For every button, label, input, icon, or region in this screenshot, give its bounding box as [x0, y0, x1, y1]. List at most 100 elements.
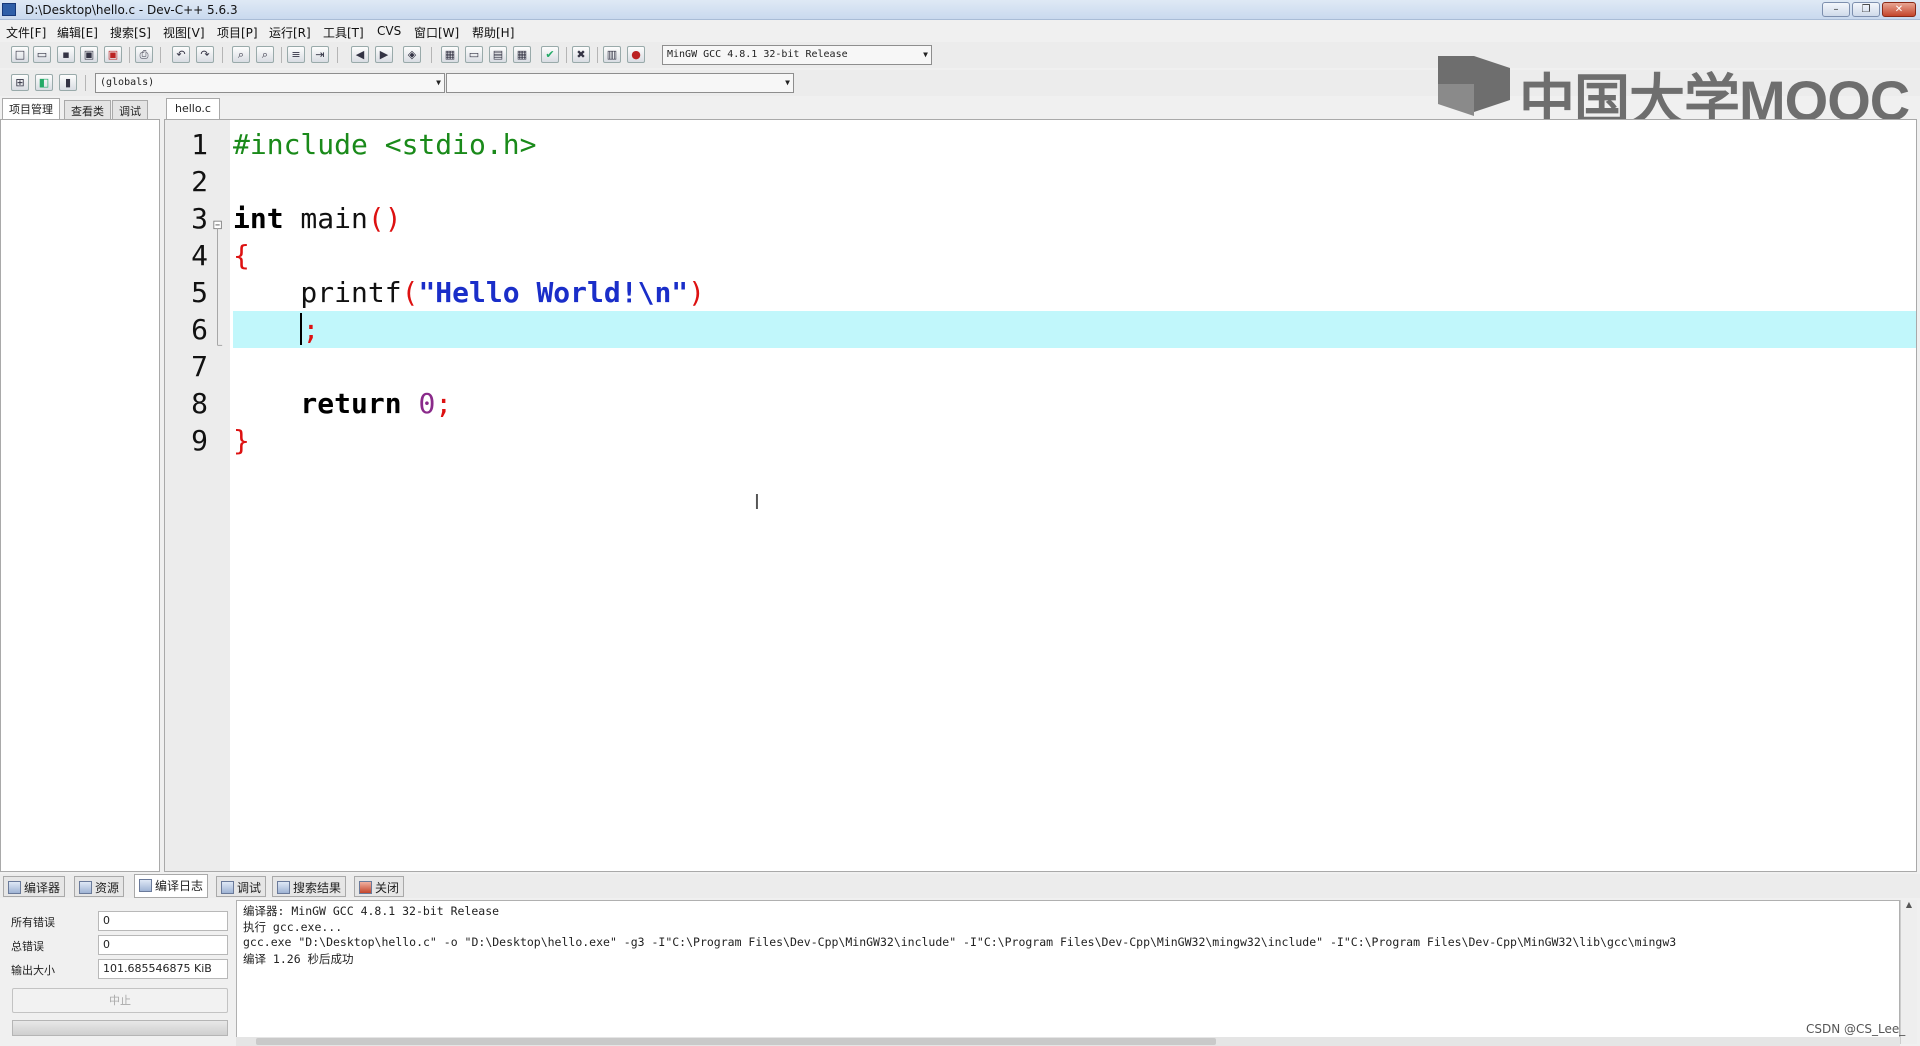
compile-log-output[interactable]: 编译器: MinGW GCC 4.8.1 32-bit Release 执行 gc… — [236, 900, 1900, 1044]
menu-help[interactable]: 帮助[H] — [472, 24, 514, 41]
chevron-down-icon: ▼ — [923, 50, 928, 59]
goto-icon[interactable]: ▮ — [59, 74, 77, 91]
tab-classes[interactable]: 查看类 — [64, 100, 111, 120]
find-icon[interactable]: ⌕ — [232, 46, 250, 63]
menu-search[interactable]: 搜索[S] — [110, 24, 151, 41]
toggle-icon[interactable]: ◧ — [35, 74, 53, 91]
resources-icon — [79, 881, 92, 894]
undo-icon[interactable]: ↶ — [172, 46, 190, 63]
code-editor[interactable]: 123456789 #include <stdio.h> int main(){ … — [164, 119, 1917, 872]
forward-icon[interactable]: ▶ — [375, 46, 393, 63]
compiler-select[interactable]: MinGW GCC 4.8.1 32-bit Release ▼ — [662, 45, 932, 65]
line-number: 7 — [191, 350, 208, 383]
menu-file[interactable]: 文件[F] — [6, 24, 46, 41]
menu-cvs[interactable]: CVS — [377, 24, 401, 38]
code-line[interactable]: int main() — [233, 200, 402, 237]
compile-icon[interactable]: ▦ — [441, 46, 459, 63]
project-tree-panel[interactable] — [0, 119, 160, 872]
save-icon[interactable]: ▪ — [57, 46, 75, 63]
insert-icon[interactable]: ⊞ — [11, 74, 29, 91]
footer-credit: CSDN @CS_Lee_ — [1806, 1022, 1906, 1036]
code-token: ; — [435, 387, 453, 420]
code-token: ( — [401, 276, 419, 309]
code-line[interactable]: ; — [233, 311, 319, 348]
menu-view[interactable]: 视图[V] — [163, 24, 205, 41]
total-errors-label: 总错误 — [11, 940, 44, 953]
mouse-ibeam-cursor: I — [754, 490, 760, 514]
mooc-logo-icon — [1438, 56, 1510, 116]
code-token: int — [233, 202, 284, 235]
scroll-thumb[interactable] — [256, 1038, 1216, 1045]
title-bar: D:\Desktop\hello.c - Dev-C++ 5.6.3 – ❐ ✕ — [0, 0, 1920, 20]
save-all-icon[interactable]: ▣ — [80, 46, 98, 63]
profile-icon[interactable]: ▥ — [603, 46, 621, 63]
stop-icon[interactable]: ✖ — [572, 46, 590, 63]
close-button[interactable]: ✕ — [1882, 2, 1916, 17]
code-token: ; — [302, 313, 320, 346]
code-token: 0 — [418, 387, 436, 420]
open-file-icon[interactable]: ▭ — [33, 46, 51, 63]
tab-search-results[interactable]: 搜索结果 — [272, 876, 347, 897]
code-token: } — [233, 424, 250, 457]
tab-project[interactable]: 项目管理 — [2, 98, 60, 120]
errors-label: 所有错误 — [11, 916, 55, 929]
tab-compiler[interactable]: 编译器 — [3, 876, 66, 897]
scope-select[interactable]: (globals) ▼ — [95, 73, 445, 93]
code-token: "Hello World!\n" — [418, 276, 689, 309]
menu-window[interactable]: 窗口[W] — [414, 24, 459, 41]
compile-progress-bar — [12, 1020, 228, 1036]
code-line[interactable]: return 0; — [233, 385, 452, 422]
new-file-icon[interactable]: □ — [11, 46, 29, 63]
log-line: 编译 1.26 秒后成功 — [243, 952, 354, 966]
run-icon[interactable]: ▭ — [465, 46, 483, 63]
close-panel-icon — [359, 881, 372, 894]
tab-resources[interactable]: 资源 — [74, 876, 125, 897]
line-number: 4 — [191, 239, 208, 272]
menu-edit[interactable]: 编辑[E] — [57, 24, 98, 41]
print-icon[interactable]: ⎙ — [135, 46, 153, 63]
code-line[interactable]: } — [233, 422, 250, 459]
menu-tools[interactable]: 工具[T] — [323, 24, 364, 41]
rebuild-icon[interactable]: ▦ — [513, 46, 531, 63]
menu-project[interactable]: 项目[P] — [217, 24, 258, 41]
bottom-tabs: 编译器 资源 编译日志 调试 搜索结果 关闭 — [0, 874, 1920, 898]
indent-icon[interactable]: ⇥ — [311, 46, 329, 63]
compile-run-icon[interactable]: ▤ — [489, 46, 507, 63]
line-number: 1 — [191, 128, 208, 161]
stop-compile-button[interactable]: 中止 — [12, 988, 228, 1013]
redo-icon[interactable]: ↷ — [196, 46, 214, 63]
tab-debug-output[interactable]: 调试 — [216, 876, 267, 897]
code-line[interactable]: #include <stdio.h> — [233, 126, 536, 163]
code-token: return — [233, 387, 402, 420]
line-number: 8 — [191, 387, 208, 420]
tab-debug[interactable]: 调试 — [112, 100, 148, 120]
tab-compile-log[interactable]: 编译日志 — [134, 874, 209, 898]
code-token: ) — [688, 276, 706, 309]
menu-run[interactable]: 运行[R] — [269, 24, 311, 41]
goto-line-icon[interactable]: ≡ — [287, 46, 305, 63]
function-select[interactable]: ▼ — [446, 73, 794, 93]
tab-close[interactable]: 关闭 — [354, 876, 405, 897]
code-token: { — [233, 239, 250, 272]
maximize-button[interactable]: ❐ — [1852, 2, 1880, 17]
replace-icon[interactable]: ⌕ — [256, 46, 274, 63]
code-token: printf — [233, 276, 402, 309]
debug-check-icon — [221, 881, 234, 894]
log-line: gcc.exe "D:\Desktop\hello.c" -o "D:\Desk… — [243, 935, 1677, 949]
syntax-check-icon[interactable]: ✔ — [541, 46, 559, 63]
code-line[interactable]: { — [233, 237, 250, 274]
log-line: 执行 gcc.exe... — [243, 920, 343, 934]
bookmark-icon[interactable]: ◈ — [403, 46, 421, 63]
log-horizontal-scrollbar[interactable] — [236, 1037, 1900, 1046]
line-number: 6 — [191, 313, 208, 346]
menu-bar: 文件[F] 编辑[E] 搜索[S] 视图[V] 项目[P] 运行[R] 工具[T… — [0, 20, 1920, 42]
line-number: 3 — [191, 202, 208, 235]
log-line: 编译器: MinGW GCC 4.8.1 32-bit Release — [243, 904, 500, 918]
code-line[interactable]: printf("Hello World!\n") — [233, 274, 705, 311]
debug-icon[interactable]: ● — [627, 46, 645, 63]
back-icon[interactable]: ◀ — [351, 46, 369, 63]
minimize-button[interactable]: – — [1822, 2, 1850, 17]
editor-file-tab[interactable]: hello.c — [166, 98, 220, 120]
close-file-icon[interactable]: ▣ — [104, 46, 122, 63]
